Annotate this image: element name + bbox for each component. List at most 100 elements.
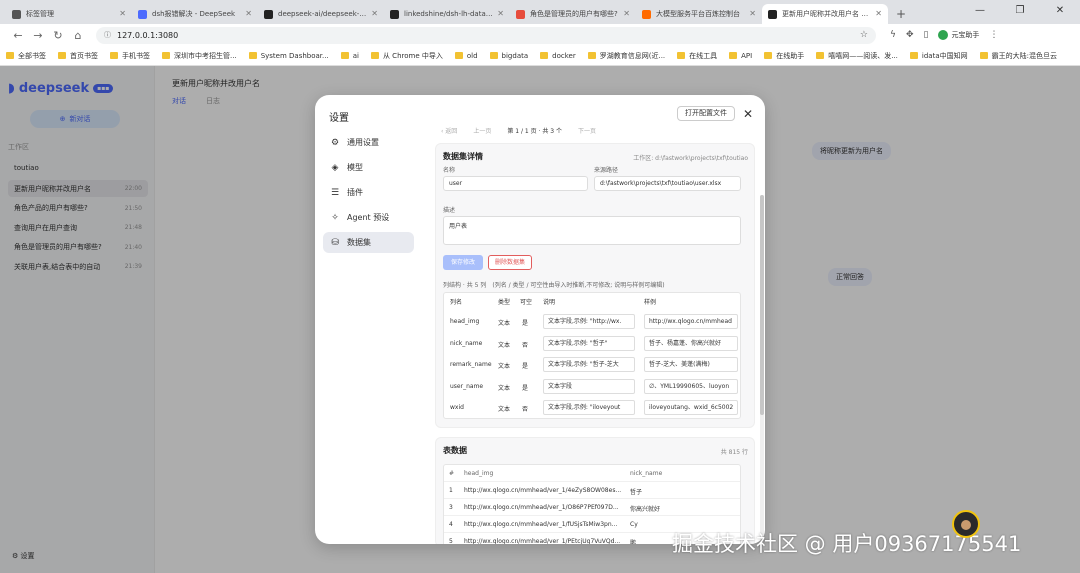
column-header: 类型 (498, 299, 511, 306)
extensions-icon[interactable]: ✥ (906, 30, 914, 40)
browser-tab[interactable]: dsh报错解决 - DeepSeek ✕ (132, 4, 258, 24)
row-number: 1 (449, 487, 453, 494)
table-header-cell: # (449, 470, 455, 477)
bookmark-item[interactable]: 从 Chrome 中导入 (370, 51, 443, 61)
tab-close-icon[interactable]: ✕ (875, 9, 882, 18)
bookmark-item[interactable]: System Dashboar... (248, 52, 329, 60)
browser-tab[interactable]: 标签管理 ✕ (6, 4, 132, 24)
prev-page-button[interactable]: 上一页 (473, 126, 491, 135)
description-textarea[interactable]: 用户表 (443, 216, 741, 245)
save-changes-button[interactable]: 保存修改 (443, 255, 484, 270)
content-scrollbar[interactable] (760, 195, 764, 544)
settings-nav-item[interactable]: ⛁ 数据集 (323, 232, 414, 253)
yuanbao-extension[interactable]: 元宝助手 (938, 30, 979, 40)
bookmark-item[interactable]: 首页书签 (58, 51, 98, 61)
row-nick-name: 你高兴就好 (630, 506, 661, 513)
maximize-button[interactable]: ❐ (1000, 0, 1040, 24)
tab-close-icon[interactable]: ✕ (245, 9, 252, 18)
bookmark-item[interactable]: 深圳市中考招生管... (162, 51, 237, 61)
sidepanel-icon[interactable]: ▯ (923, 30, 928, 40)
menu-icon[interactable]: ⋮ (989, 30, 998, 40)
settings-nav-item[interactable]: ◈ 模型 (323, 157, 414, 178)
table-row[interactable]: 1 http://wx.qlogo.cn/mmhead/ver_1/4eZyS8O… (444, 482, 740, 499)
tab-close-icon[interactable]: ✕ (371, 9, 378, 18)
column-description-input[interactable]: 文本字段,示例: "哲子-芝大 (543, 357, 635, 372)
home-icon[interactable]: ⌂ (68, 29, 88, 42)
bookmark-item[interactable]: 手机书签 (110, 51, 150, 61)
tab-close-icon[interactable]: ✕ (497, 9, 504, 18)
bookmark-item[interactable]: 霸王的大陆:混色旦云 (979, 51, 1057, 61)
new-tab-button[interactable]: + (888, 4, 914, 24)
extensions-area: ϟ ✥ ▯ 元宝助手 ⋮ (890, 30, 998, 40)
tab-close-icon[interactable]: ✕ (749, 9, 756, 18)
column-name: remark_name (450, 361, 492, 368)
address-bar-row: ← → ↻ ⌂ ⓘ 127.0.0.1:3080 ☆ ϟ ✥ ▯ 元宝助手 ⋮ (0, 24, 1080, 46)
url-input[interactable]: ⓘ 127.0.0.1:3080 ☆ (96, 26, 876, 44)
bookmark-item[interactable]: 罗湖教育信息网(近... (587, 51, 666, 61)
row-head-img: http://wx.qlogo.cn/mmhead/ver_1/fUSjsTsM… (464, 521, 618, 528)
tab-title: linkedshine/dsh-lh-data: agenti (404, 10, 494, 18)
column-type: 文本 (498, 341, 511, 349)
column-sample-input[interactable]: ∅、YML19990605、luoyon (644, 378, 738, 394)
minimize-button[interactable]: — (960, 0, 1000, 24)
bookmark-item[interactable]: ai (340, 52, 359, 60)
bookmark-item[interactable]: 在线助手 (764, 51, 804, 61)
close-icon[interactable]: ✕ (743, 107, 753, 121)
settings-nav-item[interactable]: ☰ 插件 (323, 182, 414, 203)
settings-nav-item[interactable]: ✧ Agent 预设 (323, 207, 414, 228)
scrollbar-thumb[interactable] (760, 195, 764, 415)
name-input[interactable]: user (443, 176, 588, 191)
bookmark-item[interactable]: bigdata (489, 52, 528, 60)
bookmark-label: 全部书签 (18, 51, 46, 60)
bookmark-item[interactable]: 在线工具 (677, 51, 717, 61)
column-hint: (列名 / 类型 / 可空性由导入时推断,不可修改; 说明与样例可编辑) (492, 282, 665, 289)
column-sample-input[interactable]: 哲子、杨嘉蓬、你高兴就好 (644, 335, 738, 351)
column-count: 列结构 · 共 5 列 (443, 282, 487, 289)
yuanbao-label: 元宝助手 (951, 31, 980, 39)
table-row[interactable]: 3 http://wx.qlogo.cn/mmhead/ver_1/O86P7PE… (444, 499, 740, 516)
folder-icon (540, 52, 549, 59)
source-path-input[interactable]: d:\fastwork\projects\txf\toutiao\user.xl… (594, 176, 741, 191)
lightning-icon[interactable]: ϟ (890, 30, 896, 40)
browser-tab[interactable]: 大模型服务平台百炼控制台 ✕ (636, 4, 762, 24)
modal-title: 设置 (329, 113, 349, 124)
tab-close-icon[interactable]: ✕ (119, 9, 126, 18)
bookmark-item[interactable]: idata中国知网 (909, 51, 968, 61)
browser-tab[interactable]: linkedshine/dsh-lh-data: agenti✕ (384, 4, 510, 24)
bookmark-item[interactable]: 全部书签 (6, 51, 46, 61)
settings-nav-item[interactable]: ⚙ 通用设置 (323, 132, 414, 153)
column-description-input[interactable]: 文本字段 (543, 378, 635, 394)
column-sample-input[interactable]: http://wx.qlogo.cn/mmhead (644, 314, 738, 329)
folder-icon (587, 52, 596, 59)
column-description-input[interactable]: 文本字段,示例: "http://wx. (543, 314, 635, 329)
delete-dataset-button[interactable]: 删除数据集 (488, 255, 533, 270)
bookmark-item[interactable]: old (454, 52, 478, 60)
browser-tab[interactable]: 更新用户昵称并改用户名 — Dee✕ (762, 4, 888, 24)
column-header: 列名 (450, 299, 463, 306)
reload-icon[interactable]: ↻ (48, 29, 68, 42)
browser-tab[interactable]: deepseek-ai/deepseek-harness✕ (258, 4, 384, 24)
column-sample-input[interactable]: iloveyoutang、wxid_6c5002 (644, 400, 738, 415)
bookmark-item[interactable]: docker (540, 52, 576, 60)
column-sample-input[interactable]: 哲子-芝大、美蓬(满梅) (644, 357, 738, 372)
bookmark-star-icon[interactable]: ☆ (860, 30, 868, 40)
gear-icon: ⚙ (330, 137, 340, 148)
row-head-img: http://wx.qlogo.cn/mmhead/ver_1/O86P7PEf… (464, 504, 619, 511)
next-page-button[interactable]: 下一页 (578, 126, 596, 135)
site-info-icon[interactable]: ⓘ (104, 30, 111, 40)
column-description-input[interactable]: 文本字段,示例: "iloveyout (543, 400, 635, 415)
browser-tab[interactable]: 角色是管理员的用户有哪些? ✕ (510, 4, 636, 24)
back-arrow-icon[interactable]: ← (8, 29, 28, 42)
puzzle-icon: ✧ (331, 212, 339, 223)
tab-close-icon[interactable]: ✕ (623, 9, 630, 18)
column-header: 可空 (520, 299, 533, 306)
open-config-button[interactable]: 打开配置文件 (677, 106, 735, 121)
column-description-input[interactable]: 文本字段,示例: "哲子" (543, 335, 635, 351)
bookmark-item[interactable]: 嘻嘻网——阅读、发... (816, 51, 898, 61)
close-window-button[interactable]: ✕ (1040, 0, 1080, 24)
forward-arrow-icon[interactable]: → (28, 29, 48, 42)
bookmark-label: 罗湖教育信息网(近... (599, 51, 666, 60)
back-button[interactable]: ‹ 返回 (441, 126, 457, 135)
bookmark-item[interactable]: API (729, 52, 752, 60)
column-nullable: 否 (522, 406, 529, 413)
